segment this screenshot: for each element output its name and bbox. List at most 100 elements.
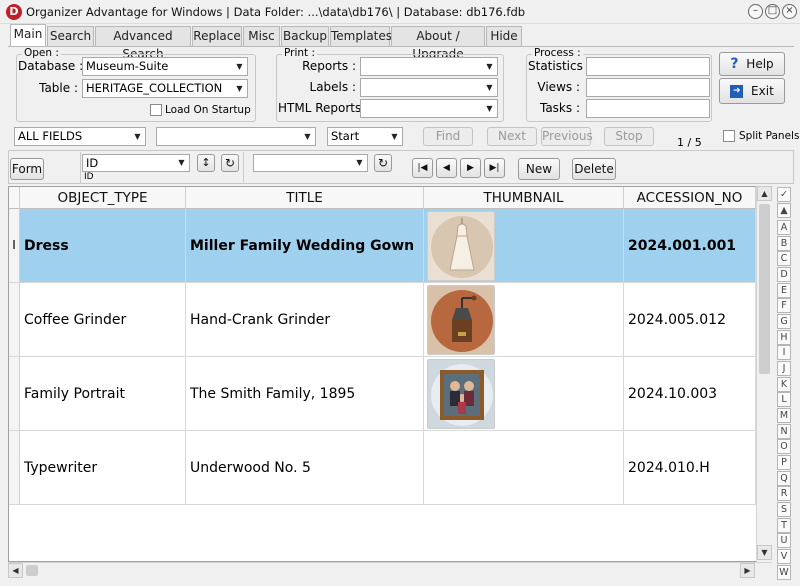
alpha-index-h[interactable]: H <box>777 330 791 345</box>
filter-select[interactable]: ▼ <box>253 154 368 172</box>
cell-object-type[interactable]: Family Portrait <box>20 357 186 431</box>
alpha-index-m[interactable]: M <box>777 408 791 423</box>
alpha-index-j[interactable]: J <box>777 361 791 376</box>
reports-select[interactable]: ▼ <box>360 57 498 76</box>
column-header-thumbnail[interactable]: THUMBNAIL <box>424 187 624 209</box>
new-record-button[interactable]: New <box>518 158 560 180</box>
alpha-index-c[interactable]: C <box>777 251 791 266</box>
last-record-icon[interactable]: ▶| <box>484 158 505 178</box>
column-header-title[interactable]: TITLE <box>186 187 424 209</box>
next-record-icon[interactable]: ▶ <box>460 158 481 178</box>
cell-thumbnail[interactable] <box>424 283 624 357</box>
search-text-combo[interactable]: ▼ <box>156 127 316 146</box>
alpha-index-t[interactable]: T <box>777 518 791 533</box>
prev-record-icon[interactable]: ◀ <box>436 158 457 178</box>
scroll-left-icon[interactable]: ◀ <box>8 563 23 578</box>
restore-button[interactable]: □ <box>765 4 780 19</box>
cell-accession-no[interactable]: 2024.005.012 <box>624 283 756 357</box>
alpha-index-u[interactable]: U <box>777 533 791 548</box>
alpha-index-s[interactable]: S <box>777 502 791 517</box>
alpha-index-k[interactable]: K <box>777 377 791 392</box>
tab-hide[interactable]: Hide <box>486 26 522 46</box>
cell-title[interactable]: Underwood No. 5 <box>186 431 424 505</box>
help-button[interactable]: ? Help <box>719 52 785 76</box>
html-reports-select[interactable]: ▼ <box>360 99 498 118</box>
form-button[interactable]: Form <box>10 158 44 180</box>
tab-advanced-search[interactable]: Advanced Search <box>95 26 191 61</box>
database-select[interactable]: Museum-Suite ▼ <box>82 57 248 76</box>
alpha-index-all[interactable]: ✓ <box>777 187 791 202</box>
scroll-right-icon[interactable]: ▶ <box>740 563 755 578</box>
next-button[interactable]: Next <box>487 127 537 146</box>
cell-thumbnail[interactable] <box>424 357 624 431</box>
alpha-index-v[interactable]: V <box>777 549 791 564</box>
alpha-index-l[interactable]: L <box>777 392 791 407</box>
load-on-startup-checkbox[interactable] <box>150 104 162 116</box>
alpha-index-up[interactable]: ▲ <box>777 203 791 218</box>
minimize-button[interactable]: – <box>748 4 763 19</box>
cell-object-type[interactable]: Typewriter <box>20 431 186 505</box>
stop-button[interactable]: Stop <box>604 127 654 146</box>
vertical-scroll-thumb[interactable] <box>759 204 770 374</box>
table-row[interactable]: Family Portrait The Smith Family, 1895 2 <box>9 357 756 431</box>
tab-main[interactable]: Main <box>10 24 46 47</box>
scroll-up-icon[interactable]: ▲ <box>757 186 772 201</box>
tab-backup[interactable]: Backup <box>281 26 329 46</box>
alpha-index-a[interactable]: A <box>777 220 791 235</box>
table-row[interactable]: I Dress Miller Family Wedding Gown 2024.… <box>9 209 756 283</box>
cell-thumbnail[interactable] <box>424 431 624 505</box>
column-header-accession-no[interactable]: ACCESSION_NO <box>624 187 756 209</box>
split-panels-checkbox[interactable] <box>723 130 735 142</box>
first-record-icon[interactable]: |◀ <box>412 158 433 178</box>
tab-templates[interactable]: Templates <box>330 26 392 46</box>
alpha-index-f[interactable]: F <box>777 298 791 313</box>
column-header-object-type[interactable]: OBJECT_TYPE <box>20 187 186 209</box>
sort-order-button[interactable]: ↕ <box>197 154 215 172</box>
cell-accession-no[interactable]: 2024.10.003 <box>624 357 756 431</box>
refresh-sort-icon[interactable]: ↻ <box>221 154 239 172</box>
views-field[interactable] <box>586 78 710 97</box>
labels-select[interactable]: ▼ <box>360 78 498 97</box>
cell-title[interactable]: The Smith Family, 1895 <box>186 357 424 431</box>
alpha-index-r[interactable]: R <box>777 486 791 501</box>
alpha-index-b[interactable]: B <box>777 236 791 251</box>
horizontal-scroll-thumb[interactable] <box>26 565 38 576</box>
statistics-field[interactable] <box>586 57 710 76</box>
exit-button[interactable]: ➜ Exit <box>719 78 785 104</box>
sort-field-select[interactable]: ID ▼ <box>82 154 190 172</box>
alpha-index-g[interactable]: G <box>777 314 791 329</box>
close-button[interactable]: × <box>782 4 797 19</box>
horizontal-scrollbar[interactable]: ◀ ▶ <box>8 562 772 578</box>
cell-title[interactable]: Miller Family Wedding Gown <box>186 209 424 283</box>
search-position-select[interactable]: Start ▼ <box>327 127 403 146</box>
cell-object-type[interactable]: Coffee Grinder <box>20 283 186 357</box>
refresh-filter-icon[interactable]: ↻ <box>374 154 392 172</box>
alpha-index-w[interactable]: W <box>777 565 791 580</box>
alpha-index-p[interactable]: P <box>777 455 791 470</box>
alpha-index-n[interactable]: N <box>777 424 791 439</box>
alpha-index-d[interactable]: D <box>777 267 791 282</box>
previous-button[interactable]: Previous <box>541 127 593 146</box>
tab-replace[interactable]: Replace <box>192 26 242 46</box>
find-button[interactable]: Find <box>423 127 473 146</box>
alpha-index-q[interactable]: Q <box>777 471 791 486</box>
cell-title[interactable]: Hand-Crank Grinder <box>186 283 424 357</box>
cell-accession-no[interactable]: 2024.001.001 <box>624 209 756 283</box>
cell-object-type[interactable]: Dress <box>20 209 186 283</box>
tab-misc[interactable]: Misc <box>243 26 280 46</box>
table-row[interactable]: Coffee Grinder Hand-Crank Grinder 2024.0… <box>9 283 756 357</box>
tasks-field[interactable] <box>586 99 710 118</box>
alpha-index-e[interactable]: E <box>777 283 791 298</box>
alpha-index-i[interactable]: I <box>777 345 791 360</box>
cell-thumbnail[interactable] <box>424 209 624 283</box>
table-row[interactable]: Typewriter Underwood No. 5 2024.010.H <box>9 431 756 505</box>
alpha-index-o[interactable]: O <box>777 439 791 454</box>
delete-record-button[interactable]: Delete <box>572 158 616 180</box>
tab-about-upgrade[interactable]: About / Upgrade <box>391 26 485 61</box>
tab-search[interactable]: Search <box>47 26 94 46</box>
cell-accession-no[interactable]: 2024.010.H <box>624 431 756 505</box>
search-field-select[interactable]: ALL FIELDS ▼ <box>14 127 146 146</box>
table-select[interactable]: HERITAGE_COLLECTION ▼ <box>82 79 248 98</box>
vertical-scrollbar[interactable]: ▲ ▼ <box>756 186 772 562</box>
scroll-down-icon[interactable]: ▼ <box>757 545 772 560</box>
